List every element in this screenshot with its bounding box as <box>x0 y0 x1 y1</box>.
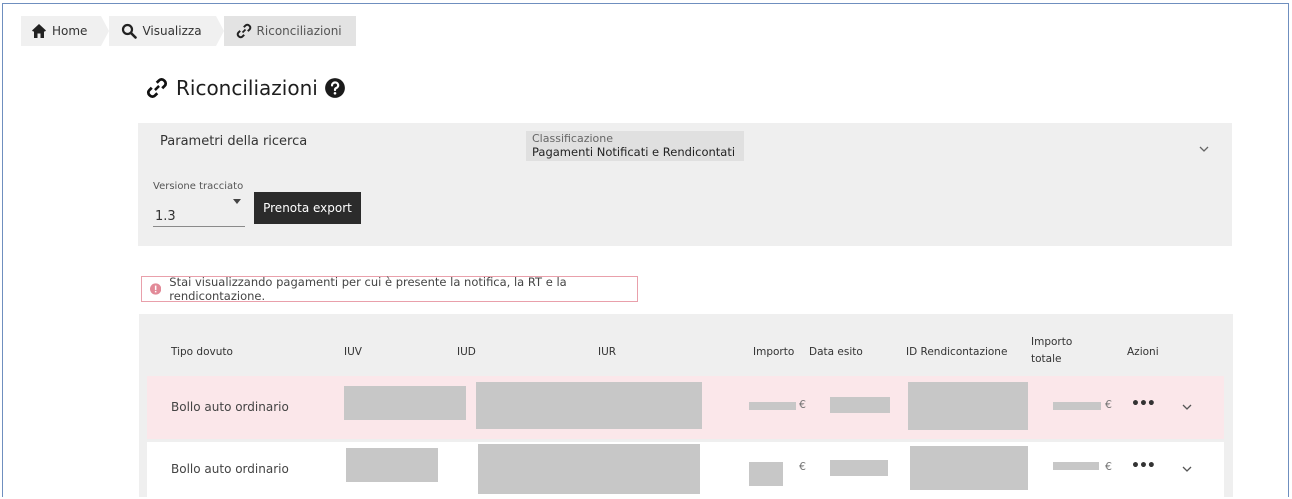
cell-importo-totale-currency: € <box>1105 398 1112 411</box>
search-icon <box>122 23 138 39</box>
home-icon <box>32 24 46 38</box>
redacted-importo-totale <box>1053 462 1099 470</box>
cell-tipo-dovuto: Bollo auto ordinario <box>171 462 289 476</box>
caret-down-icon <box>233 199 241 204</box>
search-panel-label: Parametri della ricerca <box>160 134 308 149</box>
version-label: Versione tracciato <box>153 181 244 192</box>
cell-importo-totale-currency: € <box>1105 460 1112 473</box>
cell-importo-currency: € <box>799 460 806 473</box>
app-frame: Home Visualizza Riconciliazioni Riconcil… <box>2 3 1289 497</box>
cell-importo-currency: € <box>799 398 806 411</box>
classification-value: Pagamenti Notificati e Rendicontati <box>532 145 736 159</box>
cell-tipo-dovuto: Bollo auto ordinario <box>171 400 289 414</box>
redacted-importo <box>749 402 796 410</box>
col-azioni: Azioni <box>1127 346 1159 358</box>
redacted-data-esito <box>830 460 888 476</box>
col-iud[interactable]: IUD <box>457 346 476 358</box>
classification-label: Classificazione <box>532 132 614 145</box>
results-table: Tipo dovuto IUV IUD IUR Importo Data esi… <box>139 314 1233 497</box>
col-tipo-dovuto[interactable]: Tipo dovuto <box>171 346 233 358</box>
redacted-data-esito <box>830 397 890 413</box>
chevron-down-icon[interactable] <box>1181 401 1193 413</box>
breadcrumb-visualizza-label: Visualizza <box>142 24 202 38</box>
redacted-importo <box>749 462 783 486</box>
col-importo-totale[interactable]: Importo totale <box>1031 334 1072 368</box>
table-row[interactable]: Bollo auto ordinario € € ••• <box>147 442 1224 497</box>
version-select[interactable]: 1.3 <box>153 195 245 227</box>
info-alert-text: Stai visualizzando pagamenti per cui è p… <box>169 275 567 303</box>
redacted-iud-iur <box>478 444 700 494</box>
info-alert: Stai visualizzando pagamenti per cui è p… <box>141 275 638 303</box>
info-circle-icon <box>150 283 162 295</box>
page-title-text: Riconciliazioni <box>176 76 318 100</box>
chevron-down-icon[interactable] <box>1198 143 1210 155</box>
breadcrumb-riconciliazioni[interactable]: Riconciliazioni <box>223 16 356 46</box>
breadcrumb-riconciliazioni-label: Riconciliazioni <box>256 24 342 38</box>
more-actions-icon[interactable]: ••• <box>1131 458 1156 474</box>
col-data-esito[interactable]: Data esito <box>809 346 863 358</box>
search-panel: Parametri della ricerca Classificazione … <box>138 123 1232 246</box>
redacted-importo-totale <box>1053 402 1101 410</box>
question-circle-icon[interactable] <box>324 77 346 99</box>
breadcrumb-visualizza[interactable]: Visualizza <box>109 16 224 46</box>
col-id-rendicontazione[interactable]: ID Rendicontazione <box>906 346 1007 358</box>
redacted-iuv <box>346 448 438 482</box>
redacted-iud-iur <box>476 382 702 429</box>
col-iur[interactable]: IUR <box>598 346 616 358</box>
link-icon <box>146 77 168 99</box>
col-importo[interactable]: Importo <box>753 346 794 358</box>
version-value: 1.3 <box>155 209 176 224</box>
prenota-export-button[interactable]: Prenota export <box>254 192 361 224</box>
redacted-id-rendicontazione <box>908 382 1028 430</box>
col-iuv[interactable]: IUV <box>344 346 362 358</box>
chevron-down-icon[interactable] <box>1181 463 1193 475</box>
breadcrumb-home-label: Home <box>52 24 88 38</box>
more-actions-icon[interactable]: ••• <box>1131 396 1156 412</box>
breadcrumb-home[interactable]: Home <box>21 16 110 46</box>
table-row[interactable]: Bollo auto ordinario € € ••• <box>147 376 1224 440</box>
page-title: Riconciliazioni <box>146 76 346 100</box>
redacted-iuv <box>344 386 466 420</box>
classification-field[interactable]: Classificazione Pagamenti Notificati e R… <box>526 131 744 161</box>
redacted-id-rendicontazione <box>910 446 1028 490</box>
link-icon <box>236 23 251 39</box>
breadcrumb: Home Visualizza Riconciliazioni <box>21 16 364 46</box>
table-header: Tipo dovuto IUV IUD IUR Importo Data esi… <box>139 314 1233 376</box>
